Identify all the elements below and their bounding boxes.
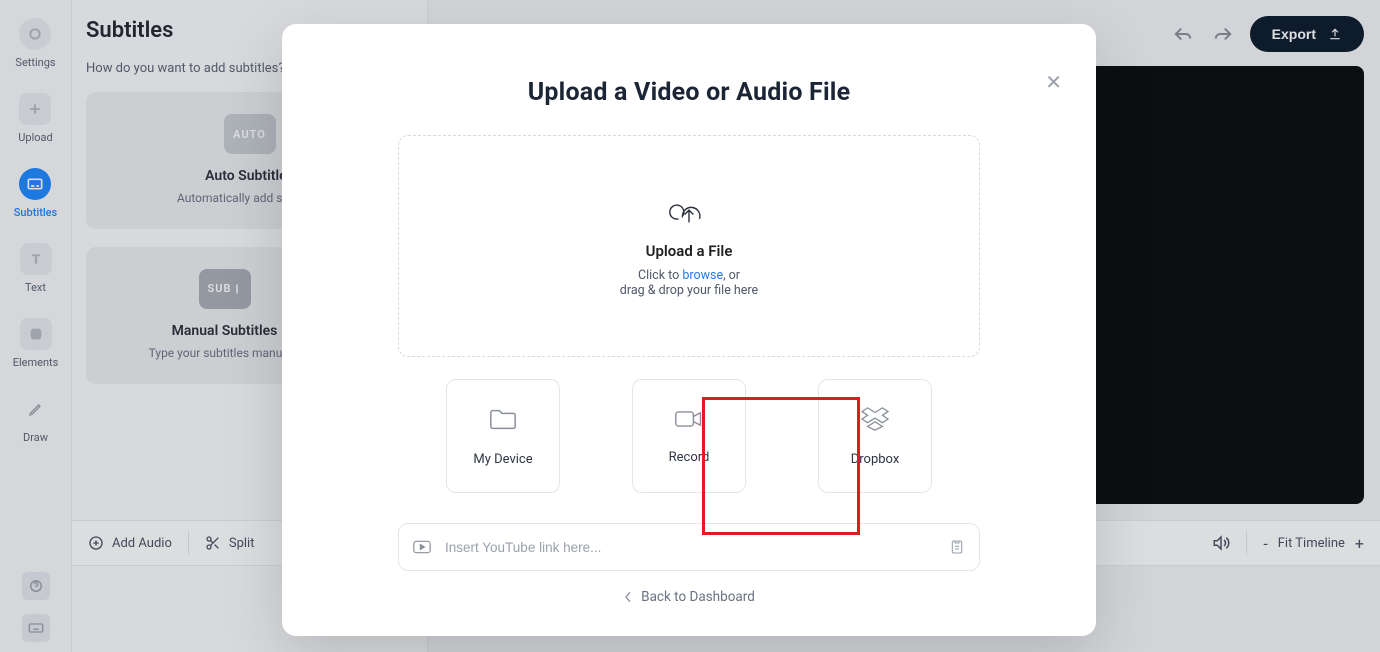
close-icon[interactable]: ✕ (1045, 70, 1062, 94)
chevron-left-icon (623, 591, 633, 603)
youtube-input[interactable] (445, 540, 935, 555)
browse-link[interactable]: browse (682, 268, 723, 283)
play-rect-icon (413, 540, 431, 554)
option-record[interactable]: Record (632, 379, 746, 493)
option-dropbox[interactable]: Dropbox (818, 379, 932, 493)
option-record-label: Record (669, 450, 710, 465)
folder-icon (488, 406, 518, 436)
option-my-device-label: My Device (473, 452, 532, 467)
drop-line2: drag & drop your file here (620, 283, 758, 298)
back-to-dashboard[interactable]: Back to Dashboard (623, 589, 755, 605)
youtube-input-box[interactable] (398, 523, 980, 571)
upload-modal: ✕ Upload a Video or Audio File Upload a … (282, 24, 1096, 636)
dropbox-icon (860, 406, 890, 436)
option-dropbox-label: Dropbox (851, 452, 900, 467)
drop-title: Upload a File (646, 242, 733, 260)
cloud-upload-icon (668, 194, 710, 232)
drop-line1: Click to browse, or (638, 268, 740, 283)
upload-options: My Device Record Dropbox (446, 379, 932, 493)
modal-title: Upload a Video or Audio File (528, 78, 851, 107)
camera-icon (674, 408, 704, 434)
option-my-device[interactable]: My Device (446, 379, 560, 493)
back-label: Back to Dashboard (641, 589, 755, 605)
paste-icon[interactable] (949, 539, 965, 555)
dropzone[interactable]: Upload a File Click to browse, or drag &… (398, 135, 980, 357)
